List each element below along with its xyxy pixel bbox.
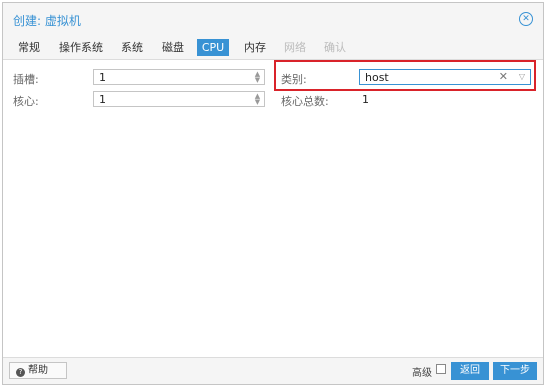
tab-network: 网络 bbox=[284, 41, 306, 54]
advanced-label: 高级 bbox=[412, 368, 432, 379]
advanced-checkbox[interactable] bbox=[436, 364, 446, 374]
cores-label: 核心: bbox=[13, 95, 39, 108]
dialog-titlebar: 创建: 虚拟机 ✕ bbox=[3, 3, 543, 36]
wizard-tabs: 常规 操作系统 系统 磁盘 CPU 内存 网络 确认 bbox=[3, 35, 543, 60]
tab-os[interactable]: 操作系统 bbox=[55, 39, 107, 56]
tab-confirm: 确认 bbox=[324, 41, 346, 54]
cores-input[interactable]: 1 ▲ ▼ bbox=[93, 91, 265, 107]
dialog-footer: ? 帮助 高级 返回 下一步 bbox=[3, 357, 543, 384]
close-icon[interactable]: ✕ bbox=[519, 12, 533, 26]
highlight-box bbox=[274, 60, 536, 91]
tab-memory[interactable]: 内存 bbox=[239, 39, 271, 56]
help-label: 帮助 bbox=[28, 365, 48, 376]
sockets-input[interactable]: 1 ▲ ▼ bbox=[93, 69, 265, 85]
cpu-panel: 插槽: 1 ▲ ▼ 核心: 1 ▲ ▼ 类别: host ✕ ▽ 核心总数: 1 bbox=[3, 60, 543, 357]
help-button[interactable]: ? 帮助 bbox=[9, 362, 67, 379]
total-cores-value: 1 bbox=[362, 93, 369, 106]
dialog-title: 创建: 虚拟机 bbox=[13, 14, 81, 28]
tab-system[interactable]: 系统 bbox=[116, 39, 148, 56]
cores-value: 1 bbox=[99, 93, 106, 106]
question-icon: ? bbox=[16, 368, 25, 377]
tab-general[interactable]: 常规 bbox=[13, 39, 45, 56]
total-cores-label: 核心总数: bbox=[281, 95, 329, 108]
spinner-icon[interactable]: ▲ ▼ bbox=[253, 93, 262, 106]
sockets-label: 插槽: bbox=[13, 73, 39, 86]
back-button[interactable]: 返回 bbox=[451, 362, 489, 380]
tab-cpu[interactable]: CPU bbox=[197, 39, 229, 56]
tab-disk[interactable]: 磁盘 bbox=[157, 39, 189, 56]
next-button[interactable]: 下一步 bbox=[493, 362, 537, 380]
spinner-icon[interactable]: ▲ ▼ bbox=[253, 71, 262, 84]
sockets-value: 1 bbox=[99, 71, 106, 84]
